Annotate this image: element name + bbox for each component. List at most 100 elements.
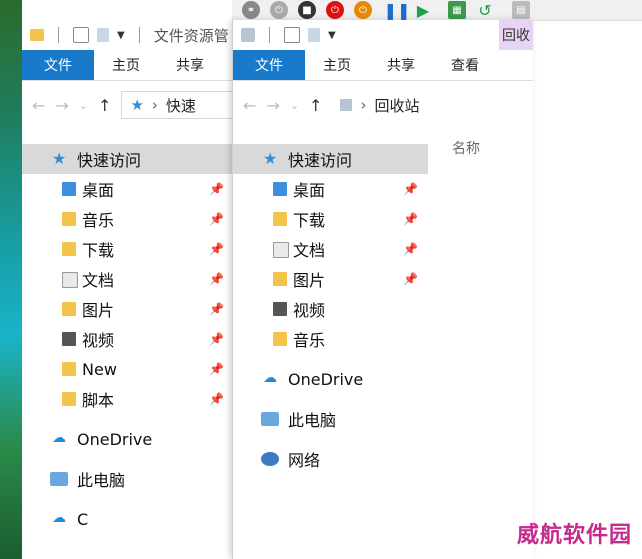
new-folder-icon[interactable] [308,28,320,42]
title-bar: ▼ 文件资源管 [22,20,234,50]
group-label: OneDrive [77,429,153,449]
new-folder-icon[interactable] [97,28,109,42]
tab-share[interactable]: 共享 [369,50,433,80]
pin-icon[interactable]: 📌 [209,182,224,196]
power-orange-icon[interactable]: ⏻ [354,1,372,19]
back-arrow-icon[interactable]: ← [243,96,256,115]
recycle-bin-icon [241,28,255,42]
sidebar-item-onedrive[interactable]: ☁ OneDrive [22,424,234,454]
play-step-icon[interactable]: ▶ [414,1,432,20]
sidebar-item-pictures[interactable]: 图片 📌 [22,294,234,324]
sidebar-item-this-pc[interactable]: 此电脑 [22,464,234,494]
pin-icon[interactable]: 📌 [209,362,224,376]
tab-home[interactable]: 主页 [305,50,369,80]
sidebar-item-downloads[interactable]: 下载 📌 [22,234,234,264]
star-icon: ★ [263,149,278,168]
download-icon [62,242,76,256]
up-arrow-icon[interactable]: ↑ [309,96,322,115]
music-icon [62,212,76,226]
tab-view[interactable]: 查看 [433,50,497,80]
group-label: C [77,509,89,529]
sidebar-item-videos[interactable]: 视频 [233,294,428,324]
snapshot-icon[interactable]: ▦ [448,1,466,19]
sidebar-item-documents[interactable]: 文档 📌 [233,234,428,264]
sidebar-item-desktop[interactable]: 桌面 📌 [22,174,234,204]
item-label: 桌面 [293,181,326,200]
pin-icon[interactable]: 📌 [403,242,418,256]
quick-access-item[interactable]: ★ 快速访问 [233,144,428,174]
sidebar-item-network[interactable]: ☁ C [22,504,234,534]
sidebar-item-documents[interactable]: 文档 📌 [22,264,234,294]
sidebar-item-network[interactable]: 网络 [233,444,428,474]
pin-icon[interactable]: 📌 [209,332,224,346]
pin-icon[interactable]: 📌 [209,392,224,406]
revert-icon[interactable]: ↺ [476,1,494,20]
recent-dropdown-icon[interactable]: ⌄ [290,99,299,112]
pin-icon[interactable]: 📌 [209,272,224,286]
pause-icon[interactable]: ❚❚ [384,1,411,20]
sidebar-item-scripts[interactable]: 脚本 📌 [22,384,234,414]
address-text: 回收站 [374,96,420,115]
sidebar-item-downloads[interactable]: 下载 📌 [233,204,428,234]
recycle-tools-tab[interactable]: 回收 [499,20,533,50]
sidebar-item-videos[interactable]: 视频 📌 [22,324,234,354]
sidebar-item-this-pc[interactable]: 此电脑 [233,404,428,434]
ribbon: 文件 主页 共享 查看 [233,50,533,81]
sidebar-item-new[interactable]: New 📌 [22,354,234,384]
sidebar-item-music[interactable]: 音乐 [233,324,428,354]
pin-icon[interactable]: 📌 [403,182,418,196]
manager-icon[interactable]: ▤ [512,1,530,19]
document-icon [62,272,78,288]
cloud-icon: ☁ [52,510,66,526]
address-field[interactable]: ★ › 快速 [121,91,234,119]
watermark-text: 威航软件园 [516,523,632,548]
star-icon: ★ [130,96,144,114]
pin-icon[interactable]: 📌 [209,242,224,256]
tab-home[interactable]: 主页 [94,50,158,80]
pin-icon[interactable]: 📌 [209,212,224,226]
group-label: 网络 [288,451,321,470]
sidebar-item-onedrive[interactable]: ☁ OneDrive [233,364,428,394]
pin-icon[interactable]: 📌 [209,302,224,316]
forward-arrow-icon[interactable]: → [55,96,68,115]
quick-access-item[interactable]: ★ 快速访问 [22,144,234,174]
address-bar: ← → ⌄ ↑ › 回收站 [233,90,533,120]
computer-icon [50,472,68,486]
desktop-icon [273,182,287,196]
chevron-down-icon[interactable]: ▼ [117,30,125,41]
sidebar-item-music[interactable]: 音乐 📌 [22,204,234,234]
up-arrow-icon[interactable]: ↑ [98,96,111,115]
breadcrumb-chevron-icon: › [151,96,158,114]
column-header-name[interactable]: 名称 [452,138,480,158]
back-arrow-icon[interactable]: ← [32,96,45,115]
explorer-window-recycle-bin: ▼ 回收 文件 主页 共享 查看 ← → ⌄ ↑ › 回收站 ★ 快速访问 桌面… [232,20,533,559]
sidebar-item-pictures[interactable]: 图片 📌 [233,264,428,294]
group-label: 此电脑 [288,411,337,430]
sidebar-item-desktop[interactable]: 桌面 📌 [233,174,428,204]
stop-icon[interactable]: ■ [298,1,316,19]
quick-access-label: 快速访问 [77,151,142,170]
chevron-down-icon[interactable]: ▼ [328,30,336,41]
link-icon[interactable]: ⚭ [242,1,260,19]
cloud-icon: ☁ [263,370,277,386]
document-icon [273,242,289,258]
recent-dropdown-icon[interactable]: ⌄ [79,99,88,112]
forward-arrow-icon[interactable]: → [266,96,279,115]
tab-file[interactable]: 文件 [233,50,305,80]
pin-icon[interactable]: 📌 [403,272,418,286]
cloud-icon: ☁ [52,430,66,446]
top-toolbar: ⚭ ⏻ ■ ⏻ ⏻ ❚❚ ▶ ▦ ↺ ▤ [232,0,642,21]
address-bar: ← → ⌄ ↑ ★ › 快速 [22,90,234,120]
properties-icon[interactable] [284,27,300,43]
pin-icon[interactable]: 📌 [403,212,418,226]
item-label: 音乐 [82,211,115,230]
properties-icon[interactable] [73,27,89,43]
nav-pane: ★ 快速访问 桌面 📌 下载 📌 文档 📌 图片 📌 视频 音乐 ☁ OneDr… [233,144,428,474]
music-icon [273,332,287,346]
address-field[interactable]: › 回收站 [332,92,533,118]
power-icon[interactable]: ⏻ [270,1,288,19]
power-red-icon[interactable]: ⏻ [326,1,344,19]
tab-share[interactable]: 共享 [158,50,222,80]
tab-file[interactable]: 文件 [22,50,94,80]
network-icon [261,452,279,466]
